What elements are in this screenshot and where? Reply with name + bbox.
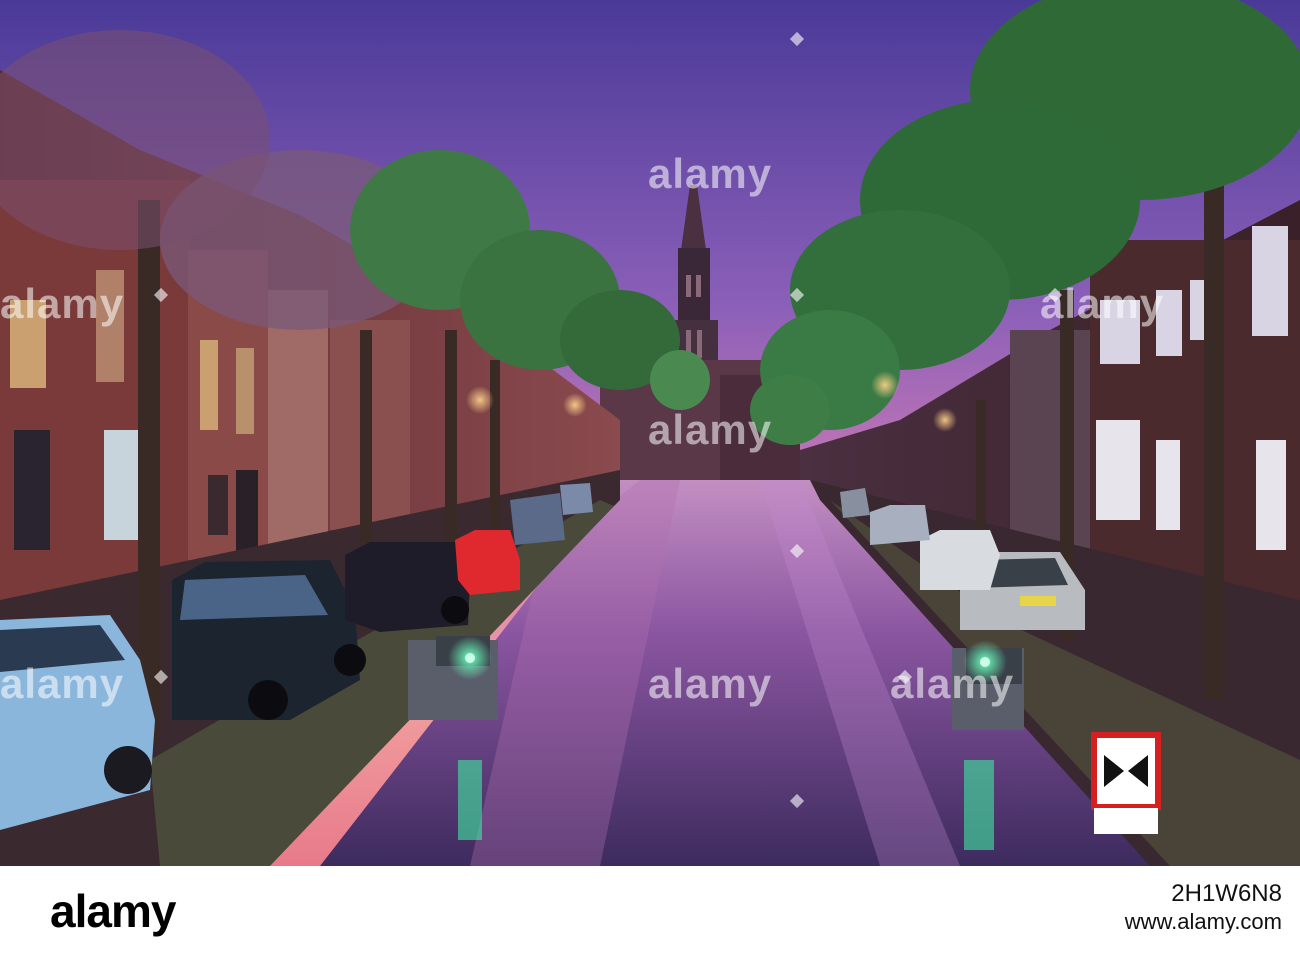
canal-scene — [0, 0, 1300, 866]
site-url[interactable]: www.alamy.com — [1125, 908, 1282, 936]
footer: alamy 2H1W6N8 www.alamy.com — [0, 866, 1300, 956]
alamy-logo[interactable]: alamy — [50, 884, 176, 938]
traffic-sign — [1091, 732, 1161, 834]
photo: alamy alamy alamy alamy alamy alamy alam… — [0, 0, 1300, 866]
image-code: 2H1W6N8 — [1171, 880, 1282, 907]
image-info: 2H1W6N8 www.alamy.com — [1125, 880, 1282, 936]
